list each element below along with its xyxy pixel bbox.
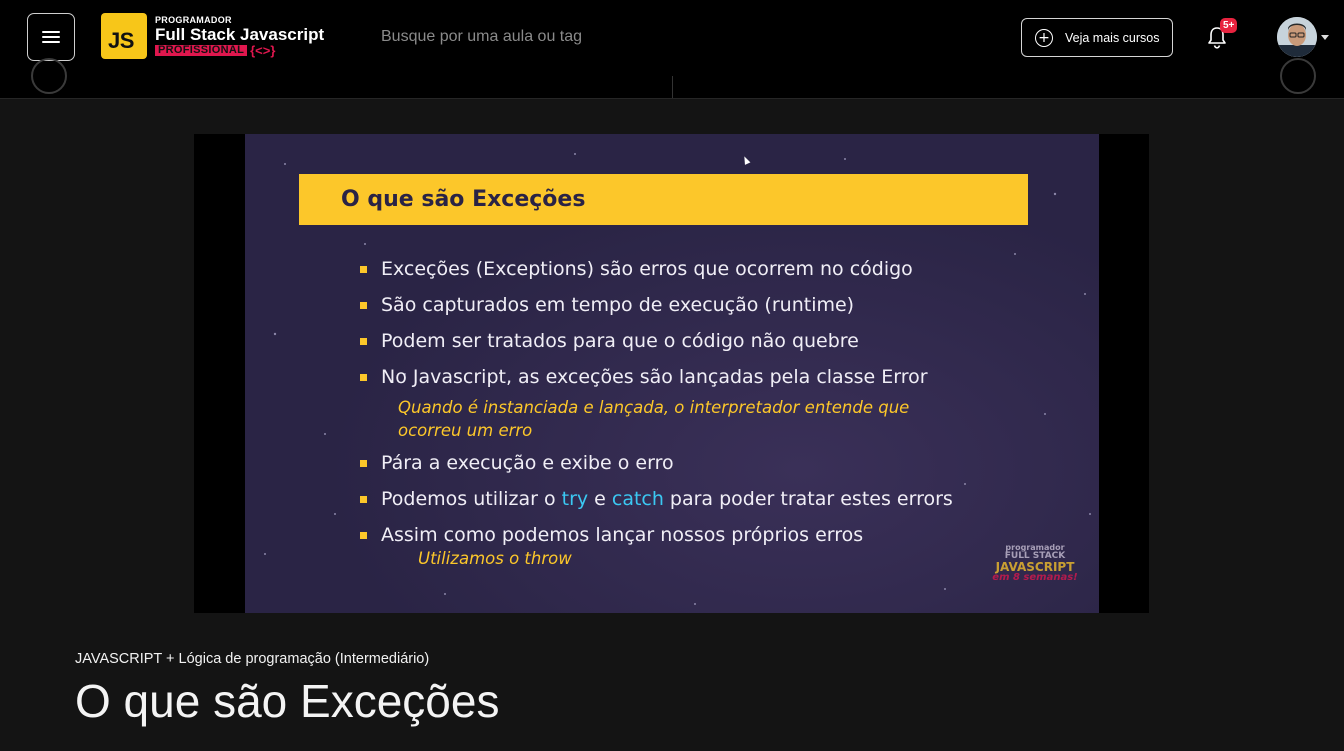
logo-line-1: PROGRAMADOR bbox=[155, 14, 232, 25]
site-logo[interactable]: JS PROGRAMADOR Full Stack Javascript PRO… bbox=[101, 13, 324, 59]
js-logo-icon: JS bbox=[101, 13, 147, 59]
bullet-square bbox=[360, 301, 367, 309]
bullet-text: No Javascript, as exceções são lançadas … bbox=[381, 366, 928, 388]
slide-bullet: Podemos utilizar o try e catch para pode… bbox=[360, 488, 953, 510]
bullet-text: Exceções (Exceptions) são erros que ocor… bbox=[381, 258, 913, 280]
bullet-text: Pára a execução e exibe o erro bbox=[381, 452, 674, 474]
slide-note: ocorreu um erro bbox=[398, 421, 533, 440]
bullet-text: São capturados em tempo de execução (run… bbox=[381, 294, 855, 316]
plus-circle-icon: + bbox=[1035, 28, 1053, 47]
more-courses-button[interactable]: + Veja mais cursos bbox=[1021, 18, 1173, 57]
user-avatar[interactable] bbox=[1277, 17, 1317, 57]
hamburger-line bbox=[42, 36, 60, 38]
keyword-catch: catch bbox=[611, 488, 664, 510]
slide-title: O que são Exceções bbox=[341, 187, 586, 212]
notification-count-badge: 5+ bbox=[1220, 18, 1238, 33]
watermark-line: em 8 semanas! bbox=[992, 572, 1078, 583]
bullet-square bbox=[360, 265, 367, 273]
keyword-try: try bbox=[561, 488, 589, 510]
bullet-square bbox=[360, 373, 367, 381]
slide-bullet: Pára a execução e exibe o erro bbox=[360, 452, 674, 474]
top-navbar: JS PROGRAMADOR Full Stack Javascript PRO… bbox=[0, 0, 1344, 76]
hamburger-menu-icon bbox=[42, 31, 60, 33]
logo-badge-text: JS bbox=[108, 28, 134, 53]
logo-wordmark: PROGRAMADOR Full Stack Javascript PROFIS… bbox=[155, 14, 325, 57]
slide-note: Quando é instanciada e lançada, o interp… bbox=[398, 398, 910, 417]
bullet-square bbox=[360, 459, 367, 467]
search-input[interactable] bbox=[381, 28, 781, 46]
logo-line-3: PROFISSIONAL bbox=[155, 44, 248, 56]
logo-brace: {<>} bbox=[250, 42, 276, 58]
slide-note: Utilizamos o throw bbox=[418, 549, 572, 568]
slide-bullet: Exceções (Exceptions) são erros que ocor… bbox=[360, 258, 913, 280]
bullet-text: Assim como podemos lançar nossos próprio… bbox=[381, 524, 864, 546]
lesson-title: O que são Exceções bbox=[75, 675, 500, 727]
hamburger-line bbox=[42, 41, 60, 43]
lesson-nav-bar bbox=[0, 58, 1344, 99]
bullet-text: e bbox=[594, 488, 606, 510]
video-slide: O que são Exceções Exceções (Exceptions)… bbox=[245, 134, 1099, 613]
slide-title-bar: O que são Exceções bbox=[299, 174, 1028, 225]
course-watermark: programador FULL STACK JAVASCRIPT em 8 s… bbox=[990, 544, 1080, 583]
bullet-square bbox=[360, 337, 367, 345]
bullet-square bbox=[360, 531, 367, 539]
hamburger-menu-button[interactable] bbox=[27, 13, 75, 61]
logo-line-3-wrapper: PROFISSIONAL {<>} bbox=[155, 44, 324, 57]
logo-line-2: Full Stack Javascript bbox=[155, 24, 325, 44]
more-courses-label: Veja mais cursos bbox=[1065, 30, 1160, 45]
video-player[interactable]: O que são Exceções Exceções (Exceptions)… bbox=[194, 134, 1149, 613]
bullet-text: Podemos utilizar o bbox=[381, 488, 556, 510]
course-title[interactable]: JAVASCRIPT + Lógica de programação (Inte… bbox=[75, 651, 429, 667]
bullet-square bbox=[360, 495, 367, 503]
caret-down-icon[interactable] bbox=[1321, 35, 1329, 40]
bullet-text: Podem ser tratados para que o código não… bbox=[381, 330, 859, 352]
bullet-text: para poder tratar estes errors bbox=[669, 488, 953, 510]
next-lesson-button[interactable] bbox=[1280, 58, 1316, 94]
slide-bullet: Podem ser tratados para que o código não… bbox=[360, 330, 859, 352]
slide-bullet: No Javascript, as exceções são lançadas … bbox=[360, 366, 928, 388]
nav-divider bbox=[672, 76, 673, 98]
avatar-photo bbox=[1277, 17, 1317, 57]
previous-lesson-button[interactable] bbox=[31, 58, 67, 94]
slide-bullet: Assim como podemos lançar nossos próprio… bbox=[360, 524, 863, 546]
slide-bullet: São capturados em tempo de execução (run… bbox=[360, 294, 854, 316]
